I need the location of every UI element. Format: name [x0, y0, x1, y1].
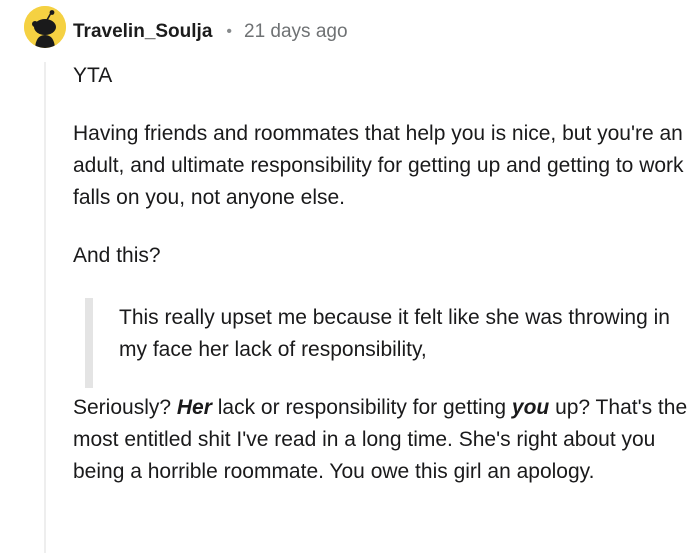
- comment-header: Travelin_Soulja • 21 days ago: [73, 18, 348, 46]
- blockquote: This really upset me because it felt lik…: [73, 298, 688, 388]
- user-avatar[interactable]: [24, 6, 66, 48]
- reddit-snoo-avatar-icon: [24, 6, 66, 48]
- thread-line[interactable]: [44, 62, 46, 553]
- blockquote-bar: [85, 298, 93, 388]
- username-link[interactable]: Travelin_Soulja: [73, 21, 212, 43]
- final-text-part-1: Seriously?: [73, 396, 177, 419]
- emphasis-you: you: [511, 396, 550, 419]
- comment-paragraph-final: Seriously? Her lack or responsibility fo…: [73, 392, 688, 488]
- separator-dot: •: [226, 23, 233, 40]
- comment-paragraph-verdict: YTA: [73, 64, 113, 87]
- emphasis-her: Her: [176, 396, 212, 419]
- comment-paragraph-main: Having friends and roommates that help y…: [73, 122, 684, 209]
- comment-paragraph-and-this: And this?: [73, 244, 161, 267]
- blockquote-text: This really upset me because it felt lik…: [119, 306, 670, 361]
- comment-body: YTA Having friends and roommates that he…: [73, 60, 688, 488]
- comment-timestamp[interactable]: 21 days ago: [244, 21, 348, 43]
- final-text-part-2: lack or responsibility for getting: [211, 396, 512, 419]
